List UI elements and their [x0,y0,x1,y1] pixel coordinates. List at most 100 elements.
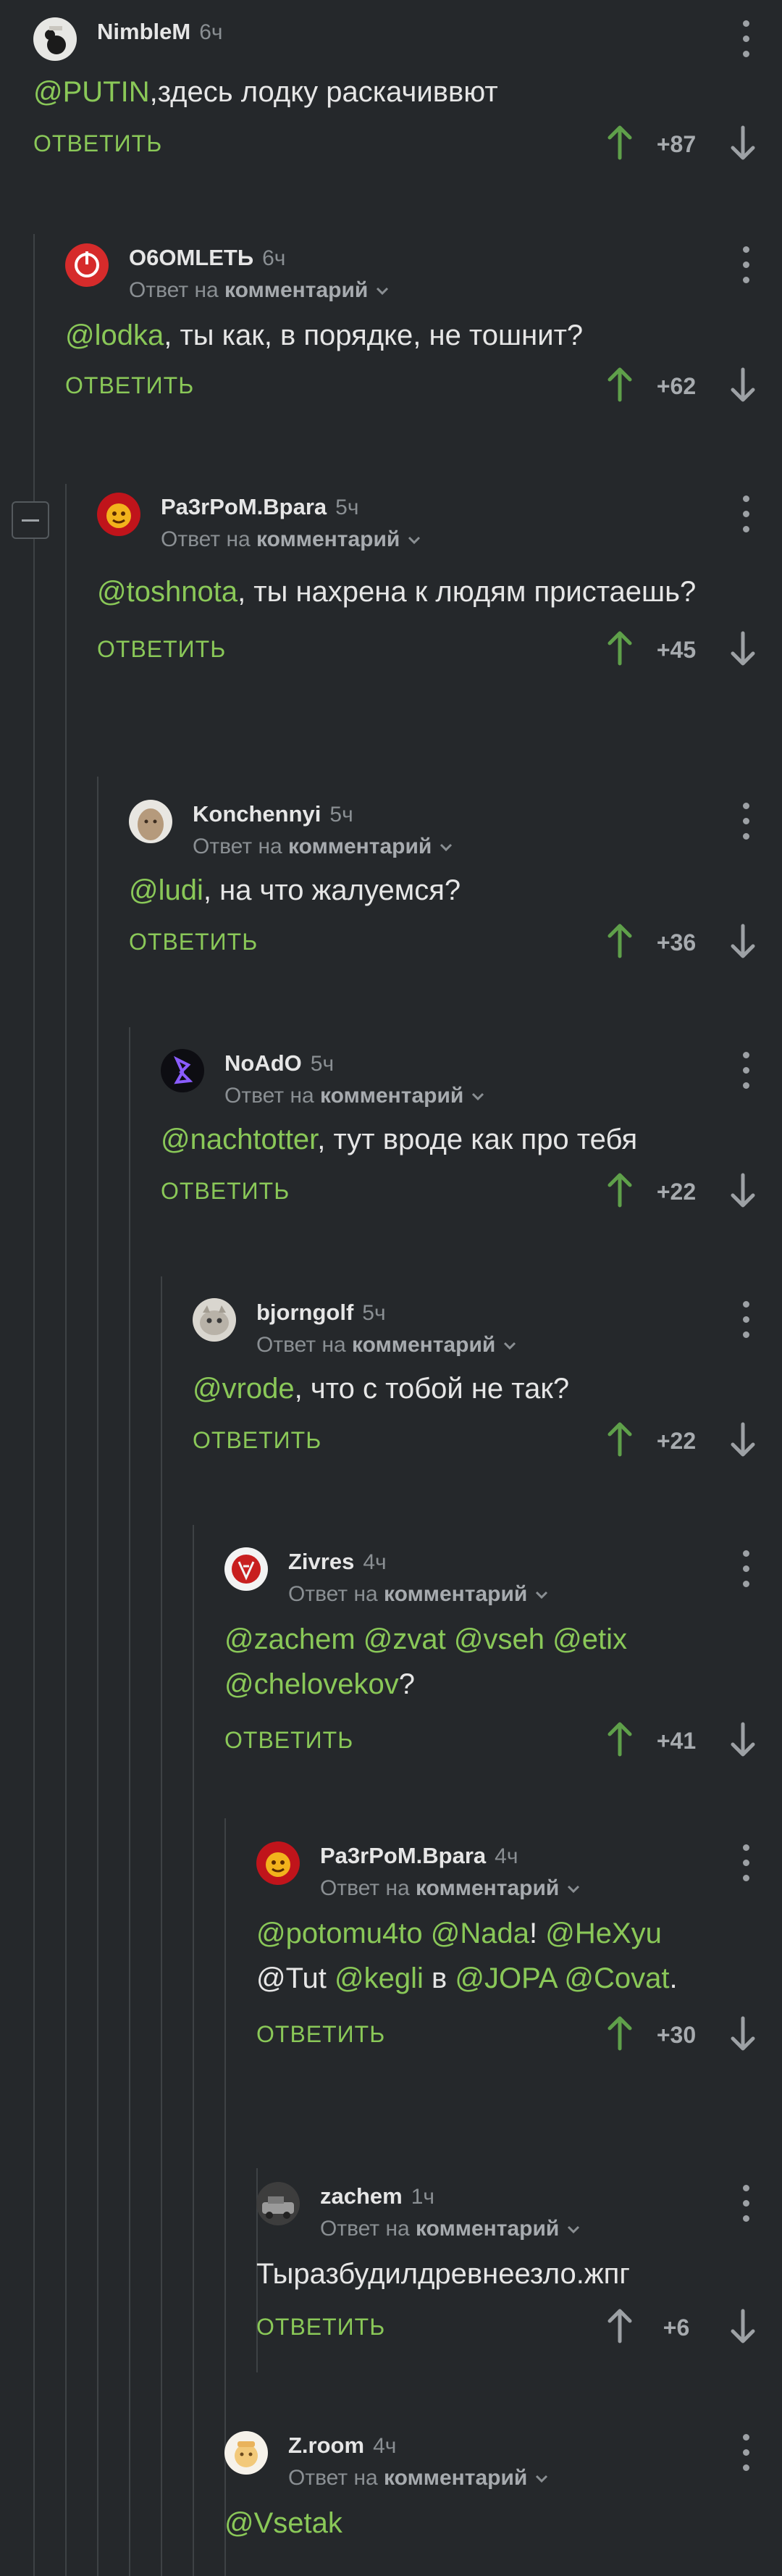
user-mention-link[interactable]: @JOPA [455,1962,556,1994]
avatar[interactable] [224,2431,268,2475]
user-mention-link[interactable]: @kegli [335,1962,424,1994]
avatar[interactable] [97,493,140,536]
avatar[interactable] [161,1049,204,1092]
reply-button[interactable]: ответить [97,636,226,663]
kebab-menu-icon[interactable] [741,803,750,842]
avatar[interactable] [129,800,172,843]
comment-text: @toshnota, ты нахрена к людям пристаешь? [97,569,782,614]
comment-time: 5ч [335,495,359,519]
thread-line-1 [33,234,35,2576]
reply-button[interactable]: ответить [256,2314,385,2341]
reply-to[interactable]: Ответ на комментарий [288,2466,549,2491]
chevron-down-icon [536,2475,548,2483]
kebab-menu-icon[interactable] [741,2434,750,2473]
user-mention-link[interactable]: @zvat [363,1623,446,1655]
kebab-menu-icon[interactable] [741,20,750,59]
reply-button[interactable]: ответить [161,1178,290,1205]
user-mention-link[interactable]: @zachem [224,1623,356,1655]
comment-8: zachem 1ч Ответ на комментарий Тыразбудил… [256,2182,782,2349]
comment-text-fragment: ,здесь лодку раскачиввют [149,76,498,108]
arrow-up-icon[interactable] [605,2015,634,2052]
kebab-menu-icon[interactable] [741,246,750,285]
comment-author[interactable]: bjorngolf 5ч [256,1300,386,1326]
reply-to[interactable]: Ответ на комментарий [288,1582,549,1607]
avatar[interactable] [224,1547,268,1591]
comment-author[interactable]: Z.room 4ч [288,2433,396,2459]
arrow-up-icon[interactable] [605,2308,634,2344]
comment-3: Konchennyi 5ч Ответ на комментарий @ludi,… [129,800,782,963]
kebab-menu-icon[interactable] [741,1550,750,1589]
collapse-minus-icon[interactable] [12,501,49,539]
arrow-down-icon[interactable] [728,630,757,666]
kebab-menu-icon[interactable] [741,495,750,535]
comment-author[interactable]: Konchennyi 5ч [193,801,353,827]
arrow-down-icon[interactable] [728,1421,757,1458]
reply-button[interactable]: ответить [224,1727,353,1754]
vote-score: +41 [656,1728,697,1754]
reply-to[interactable]: Ответ на комментарий [256,1333,517,1358]
reply-button[interactable]: ответить [129,929,258,955]
arrow-up-icon[interactable] [605,125,634,161]
reply-to[interactable]: Ответ на комментарий [129,278,390,303]
reply-button[interactable]: ответить [65,372,194,399]
kebab-menu-icon[interactable] [741,1301,750,1340]
arrow-up-icon[interactable] [605,367,634,403]
user-mention-link[interactable]: @toshnota [97,576,237,608]
user-mention-link[interactable]: @vseh [454,1623,545,1655]
avatar[interactable] [256,2182,300,2225]
reply-to[interactable]: Ответ на комментарий [161,527,421,552]
reply-to[interactable]: Ответ на комментарий [320,1876,581,1901]
user-mention-link[interactable]: @lodka [65,319,164,351]
kebab-menu-icon[interactable] [741,1844,750,1883]
avatar[interactable] [65,243,109,287]
chevron-down-icon [504,1342,516,1350]
arrow-up-icon[interactable] [605,630,634,666]
avatar[interactable] [193,1298,236,1342]
arrow-down-icon[interactable] [728,1172,757,1208]
comment-author[interactable]: zachem 1ч [320,2183,434,2209]
user-mention-link[interactable]: @nachtotter [161,1124,317,1155]
comment-text-fragment [423,1918,431,1949]
reply-to[interactable]: Ответ на комментарий [193,835,453,859]
arrow-up-icon[interactable] [605,923,634,959]
user-mention-link[interactable]: @Nada [431,1918,529,1949]
comment-author[interactable]: Zivres 4ч [288,1549,387,1575]
user-mention-link[interactable]: @PUTIN [33,76,150,108]
user-mention-link[interactable]: @ludi [129,874,203,906]
reply-button[interactable]: ответить [256,2021,385,2048]
user-mention-link[interactable]: @etix [552,1623,627,1655]
user-mention-link[interactable]: @chelovekov [224,1668,399,1700]
arrow-up-icon[interactable] [605,1172,634,1208]
comment-author[interactable]: NimbleM 6ч [97,19,223,45]
comment-author[interactable]: Pa3rPoM.Bpara 5ч [161,494,358,520]
kebab-menu-icon[interactable] [741,1052,750,1091]
arrow-up-icon[interactable] [605,1421,634,1458]
comment-4: NoAdO 5ч Ответ на комментарий @nachtotter… [161,1049,782,1213]
arrow-down-icon[interactable] [728,2015,757,2052]
thread-line-2 [65,484,67,2576]
arrow-down-icon[interactable] [728,2308,757,2344]
user-mention-link[interactable]: @HeXyu [545,1918,662,1949]
reply-to[interactable]: Ответ на комментарий [224,1084,485,1108]
arrow-down-icon[interactable] [728,367,757,403]
comment-author[interactable]: Pa3rPoM.Bpara 4ч [320,1843,518,1869]
user-mention-link[interactable]: @Covat [564,1962,669,1994]
arrow-up-icon[interactable] [605,1721,634,1757]
comment-text-fragment: . [669,1962,678,1994]
kebab-menu-icon[interactable] [741,2185,750,2224]
comment-author[interactable]: O6OMLETЬ 6ч [129,245,285,271]
arrow-down-icon[interactable] [728,125,757,161]
user-mention-link[interactable]: @potomu4to [256,1918,423,1949]
arrow-down-icon[interactable] [728,923,757,959]
avatar[interactable] [33,17,77,61]
reply-button[interactable]: ответить [33,130,162,157]
avatar[interactable] [256,1841,300,1885]
user-mention-link[interactable]: @vrode [193,1373,295,1405]
arrow-down-icon[interactable] [728,1721,757,1757]
reply-to[interactable]: Ответ на комментарий [320,2217,581,2241]
comment-5: bjorngolf 5ч Ответ на комментарий @vrode,… [193,1298,782,1462]
reply-button[interactable]: ответить [193,1427,321,1454]
user-mention-link[interactable]: @Vsetak [224,2507,342,2539]
comment-text: @vrode, что с тобой не так? [193,1366,782,1411]
comment-author[interactable]: NoAdO 5ч [224,1050,334,1076]
